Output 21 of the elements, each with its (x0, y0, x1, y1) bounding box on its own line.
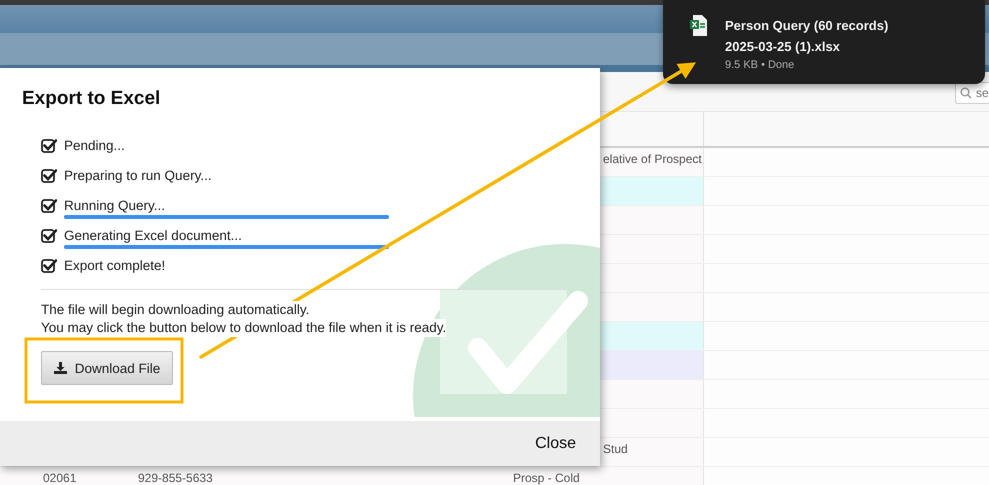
dialog-title: Export to Excel (22, 87, 162, 111)
download-status: 9.5 KB • Done (725, 58, 796, 73)
table-cell: Prosp - Cold (513, 471, 580, 485)
table-cell: 02061 (43, 471, 76, 485)
close-button[interactable]: Close (535, 432, 576, 454)
step-label: Export complete! (64, 258, 166, 272)
search-icon (960, 86, 972, 98)
message-text: You may click the button below to download the file when it is ready. (41, 319, 446, 337)
download-icon (54, 362, 67, 374)
step-label: Preparing to run Query... (64, 168, 212, 182)
step-label: Generating Excel document... (64, 228, 242, 242)
table-cell: 929-855-5633 (138, 471, 213, 485)
table-cell: elative of Prospect (603, 152, 702, 166)
message-text: The file will begin downloading automatically. (41, 301, 310, 319)
file-name: 2025-03-25 (1).xlsx (725, 38, 841, 56)
step-label: Pending... (64, 138, 125, 152)
table-cell: Stud (603, 442, 628, 456)
download-button[interactable]: Download File (41, 351, 173, 385)
spreadsheet-file-icon (690, 15, 707, 36)
notification-title: Person Query (60 records) (725, 17, 888, 35)
step-label: Running Query... (64, 198, 166, 212)
